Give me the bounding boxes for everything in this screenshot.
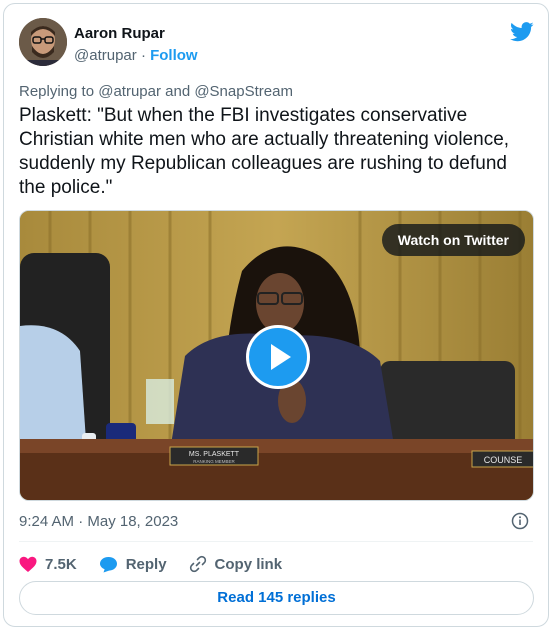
tweet-card: Aaron Rupar @atrupar · Follow Replying t… [3,3,549,627]
reply-context[interactable]: Replying to @atrupar and @SnapStream [19,83,293,100]
play-button[interactable] [246,325,310,389]
info-icon[interactable] [511,512,529,530]
author-name[interactable]: Aaron Rupar [74,25,165,42]
nameplate-text: MS. PLASKETT [189,451,240,458]
twitter-bird-icon[interactable] [510,22,534,42]
counsel-sign-text: COUNSE [484,455,523,465]
tweet-timestamp[interactable]: 9:24 AM · May 18, 2023 [19,513,178,530]
like-button[interactable]: 7.5K [19,556,77,573]
copy-link-label: Copy link [214,555,283,573]
divider [19,541,533,542]
nameplate-subtext: RANKING MEMBER [193,459,235,464]
link-icon [189,555,206,573]
video-player[interactable]: MS. PLASKETT RANKING MEMBER COUNSE Watch… [19,210,534,501]
author-handle-row: @atrupar · Follow [74,47,198,64]
read-replies-button[interactable]: Read 145 replies [19,581,534,615]
reply-button[interactable]: Reply [99,556,167,573]
like-count: 7.5K [45,555,77,573]
tweet-actions: 7.5K Reply Copy link [19,550,304,578]
copy-link-button[interactable]: Copy link [189,555,283,573]
reply-bubble-icon [99,556,117,572]
play-icon [271,344,291,370]
tweet-text: Plaskett: "But when the FBI investigates… [19,105,510,198]
reply-label: Reply [125,555,167,573]
avatar[interactable] [19,18,67,66]
heart-icon [19,556,37,572]
separator: · [140,47,146,64]
watch-on-twitter-button[interactable]: Watch on Twitter [381,224,525,256]
author-handle[interactable]: @atrupar [74,47,137,64]
follow-button[interactable]: Follow [150,47,198,64]
